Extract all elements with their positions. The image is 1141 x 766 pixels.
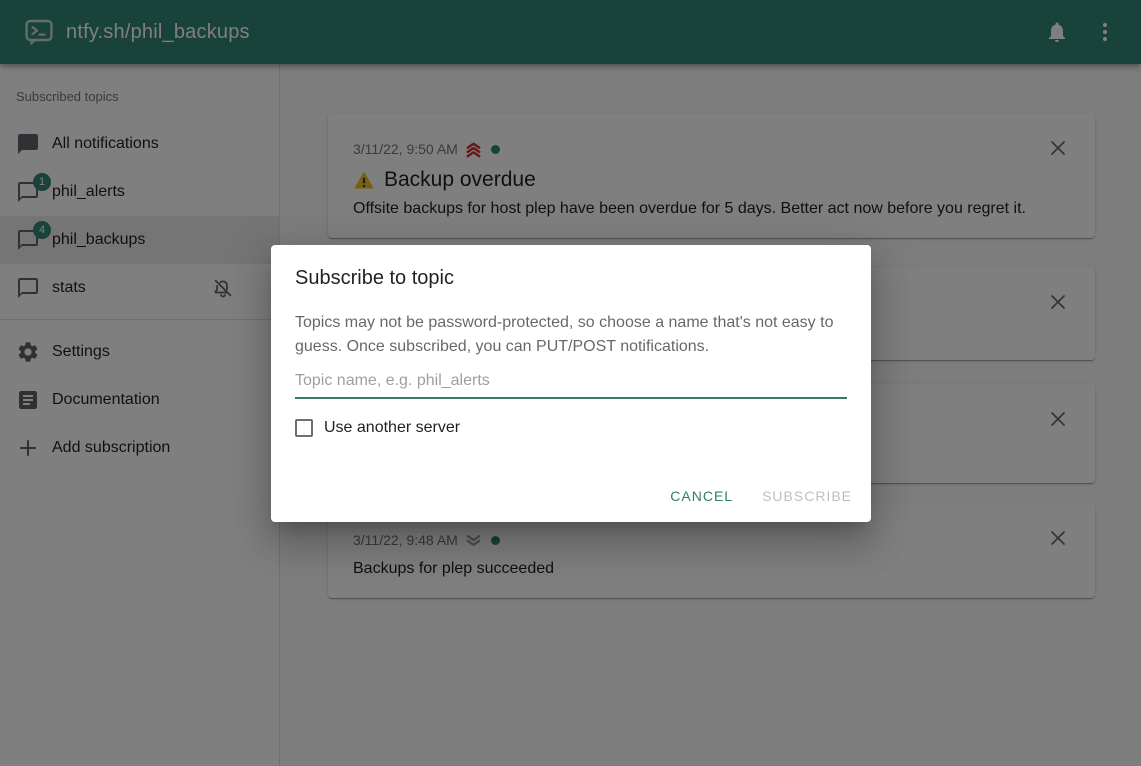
use-another-server-checkbox-row[interactable]: Use another server: [295, 419, 847, 437]
checkbox-unchecked-icon[interactable]: [295, 419, 313, 437]
subscribe-dialog: Subscribe to topic Topics may not be pas…: [271, 245, 871, 522]
checkbox-label: Use another server: [324, 419, 460, 437]
topic-name-input[interactable]: [295, 369, 847, 399]
cancel-button[interactable]: CANCEL: [659, 479, 744, 513]
subscribe-button[interactable]: SUBSCRIBE: [751, 479, 863, 513]
dialog-title: Subscribe to topic: [295, 266, 847, 290]
dialog-description: Topics may not be password-protected, so…: [295, 311, 847, 359]
dialog-actions: CANCEL SUBSCRIBE: [271, 479, 871, 522]
